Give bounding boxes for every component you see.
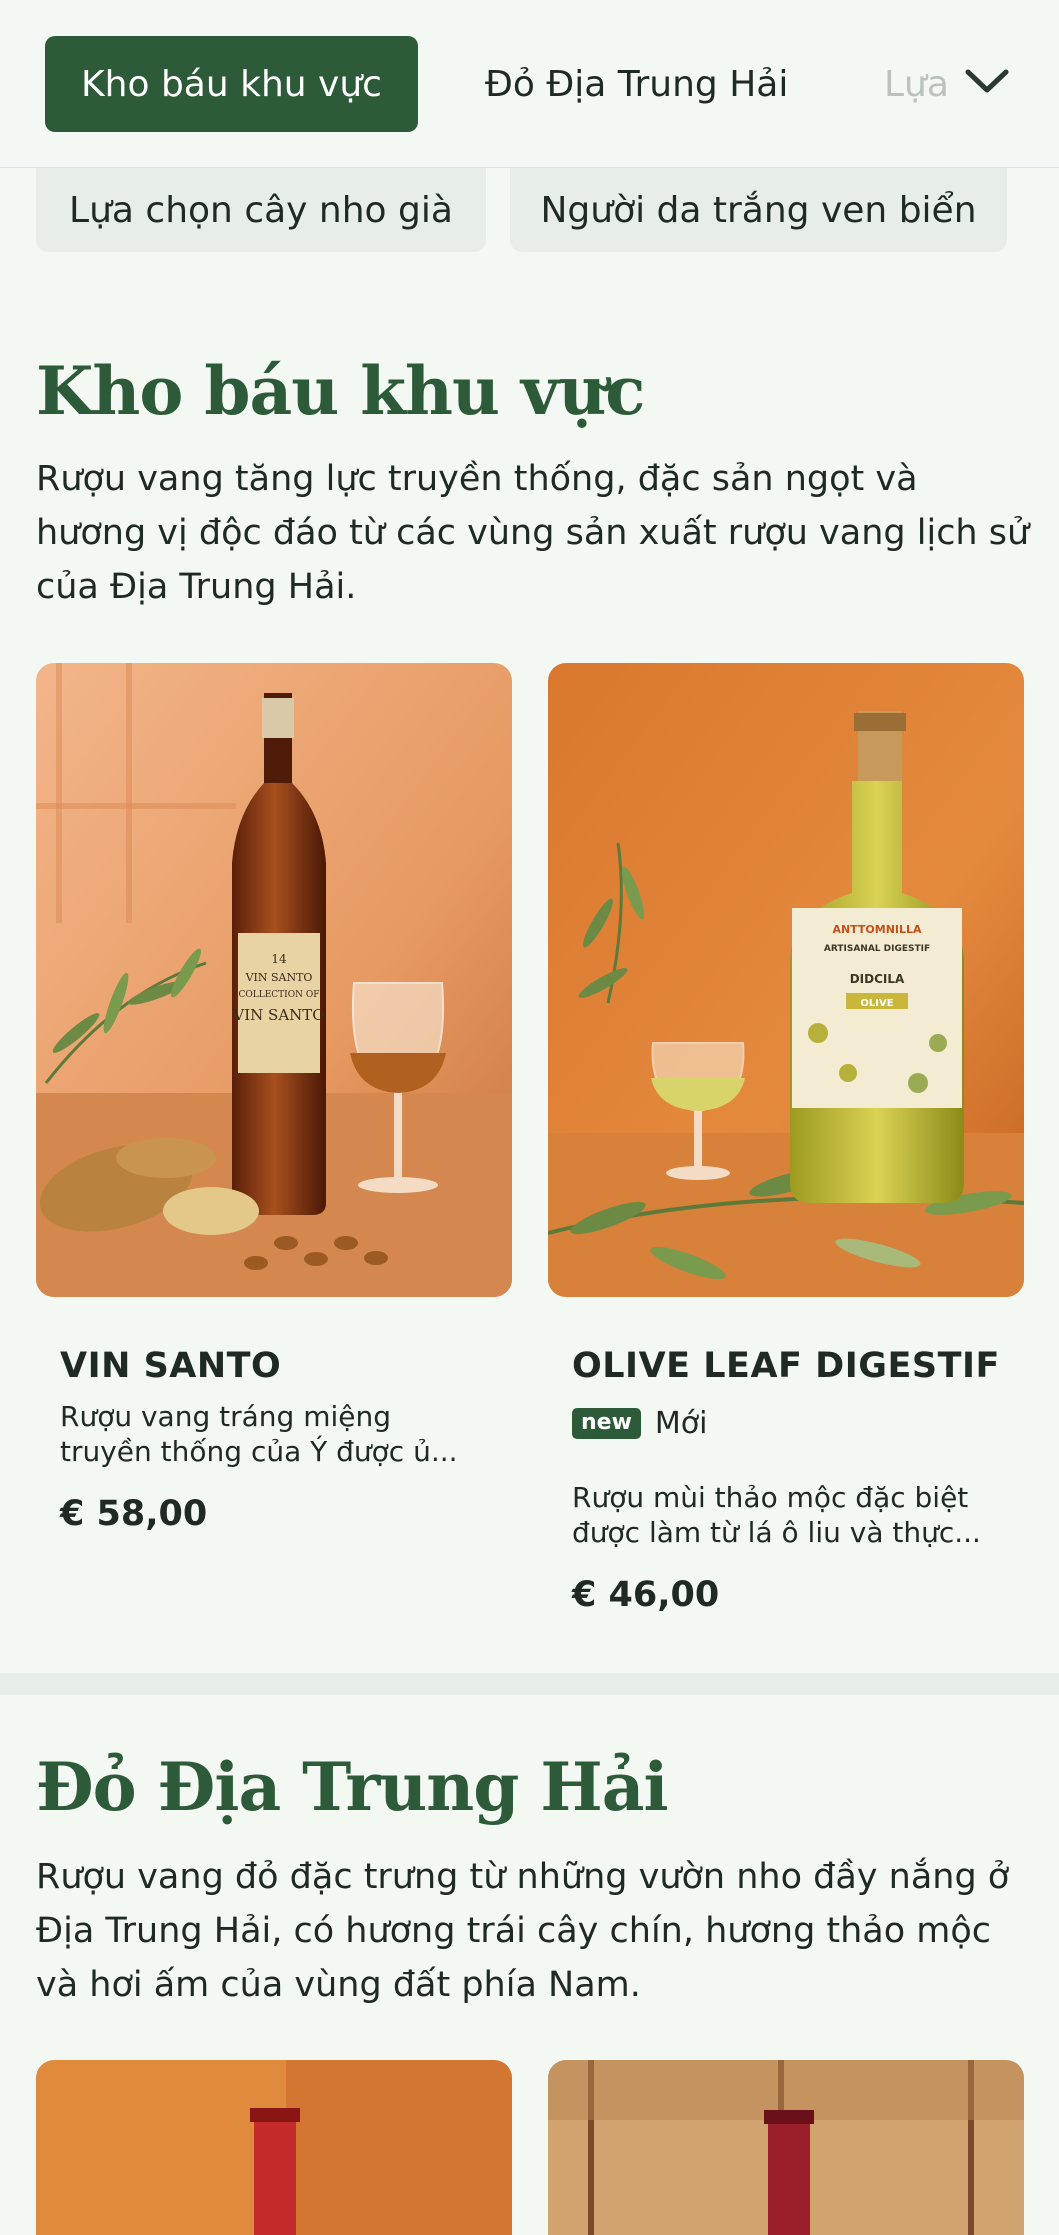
product-image-red-1[interactable] (36, 2060, 512, 2235)
section-title-regional-treasures: Kho báu khu vực (36, 352, 645, 430)
product-price-olive-leaf-digestif: € 46,00 (572, 1575, 720, 1615)
product-image-red-2[interactable] (548, 2060, 1024, 2235)
tab-regional-treasures[interactable]: Kho báu khu vực (45, 36, 418, 132)
product-image-olive-leaf-digestif[interactable]: ANTTOMNILLA ARTISANAL DIGESTIF DIDCILA O… (548, 663, 1024, 1297)
olive-label-type: ARTISANAL DIGESTIF (824, 944, 930, 954)
section-description-mediterranean-reds: Rượu vang đỏ đặc trưng từ những vườn nho… (36, 1857, 1010, 2005)
olive-label-name: DIDCILA (850, 972, 905, 986)
section-title-mediterranean-reds: Đỏ Địa Trung Hải (36, 1748, 669, 1826)
vin-santo-label-number: 14 (271, 952, 287, 966)
product-description-olive-leaf-digestif: Rượu mùi thảo mộc đặc biệt được làm từ l… (572, 1481, 981, 1549)
tab-old-vine-selection[interactable]: Lựa chọn cây nho già (884, 36, 952, 132)
vin-santo-label-line3: VIN SANTO (232, 1006, 324, 1024)
product-name-vin-santo[interactable]: VIN SANTO (60, 1346, 281, 1386)
tab-mediterranean-reds[interactable]: Đỏ Địa Trung Hải (485, 36, 788, 132)
product-image-vin-santo[interactable]: 14 VIN SANTO COLLECTION OF VIN SANTO (36, 663, 512, 1297)
new-badge: new (572, 1408, 641, 1439)
vin-santo-label-line1: VIN SANTO (245, 971, 313, 984)
olive-label-brand: ANTTOMNILLA (832, 923, 922, 936)
new-badge-row: new Mới (572, 1406, 708, 1441)
section-description-regional-treasures: Rượu vang tăng lực truyền thống, đặc sản… (36, 459, 1030, 607)
category-tab-bar: Kho báu khu vực Đỏ Địa Trung Hải Lựa chọ… (0, 0, 1059, 168)
section-divider (0, 1673, 1059, 1695)
product-name-olive-leaf-digestif[interactable]: OLIVE LEAF DIGESTIF (572, 1346, 1000, 1386)
vin-santo-label-line2: COLLECTION OF (239, 990, 320, 1000)
product-description-vin-santo: Rượu vang tráng miệng truyền thống của Ý… (60, 1400, 458, 1468)
chip-old-vine-selection[interactable]: Lựa chọn cây nho già (36, 168, 486, 252)
new-badge-label: Mới (654, 1406, 708, 1441)
chevron-down-icon[interactable] (962, 62, 1012, 102)
olive-label-tag: OLIVE (860, 998, 893, 1009)
product-price-vin-santo: € 58,00 (60, 1494, 208, 1534)
chip-coastal-whites[interactable]: Người da trắng ven biển (510, 168, 1007, 252)
